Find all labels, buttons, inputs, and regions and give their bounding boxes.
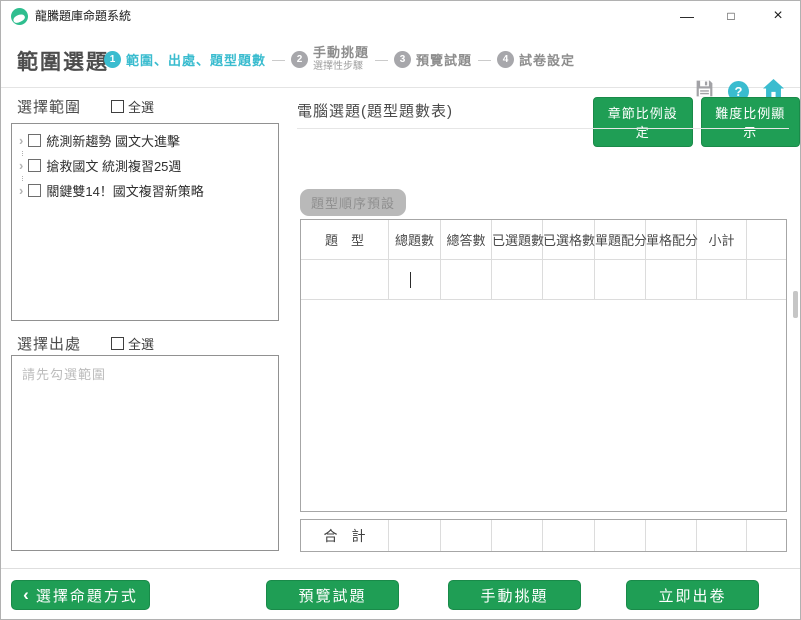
chevron-right-icon[interactable]: › [19,159,23,172]
chevron-right-icon[interactable]: › [19,184,23,197]
source-select-all-label: 全選 [128,337,155,352]
step-2-manual-pick[interactable]: 2 手動挑題 選擇性步驟 [291,45,369,74]
maximize-button[interactable]: □ [713,1,749,31]
app-window: { "window": { "title": "龍騰題庫命題系統", "cont… [0,0,801,620]
vertical-scrollbar-thumb[interactable] [793,291,798,318]
tree-item-1-label: 統測新趨勢 國文大進擊 [46,134,180,149]
step-2-sublabel: 選擇性步驟 [313,60,364,72]
totals-selected-blanks [542,520,595,551]
step-4-badge: 4 [497,50,515,68]
cell-question-type[interactable] [301,259,389,300]
source-select-all-checkbox[interactable] [111,337,125,350]
cell-total-questions[interactable] [388,259,441,300]
source-list: 請先勾選範圍 [11,355,279,551]
range-select-all[interactable]: 全選 [111,97,154,116]
col-points-per-blank: 單格配分 [645,220,698,260]
chevron-right-icon[interactable]: › [19,134,23,147]
col-selected-blanks: 已選格數 [542,220,595,260]
cell-subtotal[interactable] [696,259,747,300]
main-panel-divider [297,128,789,129]
generate-exam-button[interactable]: 立即出卷 [626,580,759,610]
source-panel-title: 選擇出處 [17,336,82,353]
step-dash: — [478,51,492,67]
step-dash: — [375,51,389,67]
col-subtotal: 小計 [696,220,747,260]
source-placeholder: 請先勾選範圍 [22,367,107,382]
totals-points-per-blank [645,520,697,551]
app-title: 龍騰題庫命題系統 [35,9,132,23]
cell-extra [746,259,786,300]
totals-extra [746,520,786,551]
col-selected-questions: 已選題數 [491,220,544,260]
col-points-per-question: 單題配分 [594,220,647,260]
cell-selected-questions[interactable] [491,259,543,300]
step-4-label: 試卷設定 [519,52,576,68]
source-panel-header: 選擇出處 全選 [17,333,271,354]
wizard-steps: 1 範圍、出處、題型題數 — 2 手動挑題 選擇性步驟 — 3 預覽試題 — 4… [104,31,575,87]
cell-points-per-question[interactable] [594,259,646,300]
back-to-method-label: 選擇命題方式 [35,587,138,605]
step-3-preview[interactable]: 3 預覽試題 [394,50,472,69]
cell-selected-blanks[interactable] [542,259,595,300]
cell-total-answers[interactable] [440,259,492,300]
page-header: 範圍選題 1 範圍、出處、題型題數 — 2 手動挑題 選擇性步驟 — 3 預覽試… [1,31,800,102]
col-extra [746,220,786,260]
col-question-type: 題 型 [301,220,389,260]
totals-points-per-question [594,520,646,551]
step-3-badge: 3 [394,50,412,68]
tree-item-2-checkbox[interactable] [28,159,42,172]
range-select-all-label: 全選 [128,100,155,115]
manual-pick-button[interactable]: 手動挑題 [448,580,581,610]
minimize-button[interactable]: — [669,1,705,31]
tree-item-book-2[interactable]: › 搶救國文 統測複習25週 [12,153,278,181]
page-title: 範圍選題 [17,51,109,74]
step-2-badge: 2 [291,50,309,68]
table-row [301,259,786,300]
table-header-row: 題 型 總題數 總答數 已選題數 已選格數 單題配分 單格配分 小計 [301,220,786,260]
range-select-all-checkbox[interactable] [111,100,125,113]
step-1-label: 範圍、出處、題型題數 [126,52,267,68]
range-tree: › 統測新趨勢 國文大進擊 › 搶救國文 統測複習25週 › 關鍵雙14！國文複… [11,123,279,321]
main-panel-buttons: 章節比例設定 難度比例顯示 [593,97,800,147]
step-4-paper-settings[interactable]: 4 試卷設定 [497,50,575,69]
tree-item-1-checkbox[interactable] [28,134,42,147]
footer-divider [1,568,800,569]
close-button[interactable]: × [760,1,796,31]
col-total-answers: 總答數 [440,220,492,260]
source-select-all[interactable]: 全選 [111,334,154,353]
tree-item-book-1[interactable]: › 統測新趨勢 國文大進擊 [12,128,278,156]
difficulty-ratio-button[interactable]: 難度比例顯示 [700,97,800,147]
back-to-method-button[interactable]: ‹ 選擇命題方式 [11,580,150,610]
range-panel-title: 選擇範圍 [17,99,82,116]
step-3-label: 預覽試題 [416,52,473,68]
preview-exam-button[interactable]: 預覽試題 [266,580,399,610]
totals-label: 合 計 [301,520,389,551]
tree-item-3-label: 關鍵雙14！國文複習新策略 [46,184,204,199]
col-total-questions: 總題數 [388,220,441,260]
step-1-range[interactable]: 1 範圍、出處、題型題數 [104,50,266,69]
range-panel-header: 選擇範圍 全選 [17,96,271,117]
chevron-left-icon: ‹ [23,584,31,604]
tree-item-2-label: 搶救國文 統測複習25週 [46,159,182,174]
step-1-badge: 1 [104,50,121,68]
totals-row: 合 計 [300,519,787,552]
cell-points-per-blank[interactable] [645,259,697,300]
totals-selected-questions [491,520,543,551]
type-order-preset-button[interactable]: 題型順序預設 [300,189,407,216]
title-bar: 龍騰題庫命題系統 — □ × [1,1,800,31]
chapter-ratio-button[interactable]: 章節比例設定 [593,97,693,147]
main-panel-title: 電腦選題(題型題數表) [297,103,453,120]
step-2-label: 手動挑題 [313,44,370,60]
question-type-table: 題 型 總題數 總答數 已選題數 已選格數 單題配分 單格配分 小計 [300,219,787,512]
totals-total-questions [388,520,441,551]
text-caret [410,271,411,288]
tree-item-book-3[interactable]: › 關鍵雙14！國文複習新策略 [12,178,278,203]
app-logo-icon [11,8,28,25]
tree-item-3-checkbox[interactable] [28,184,42,197]
totals-subtotal [696,520,747,551]
totals-total-answers [440,520,492,551]
step-dash: — [272,51,286,67]
